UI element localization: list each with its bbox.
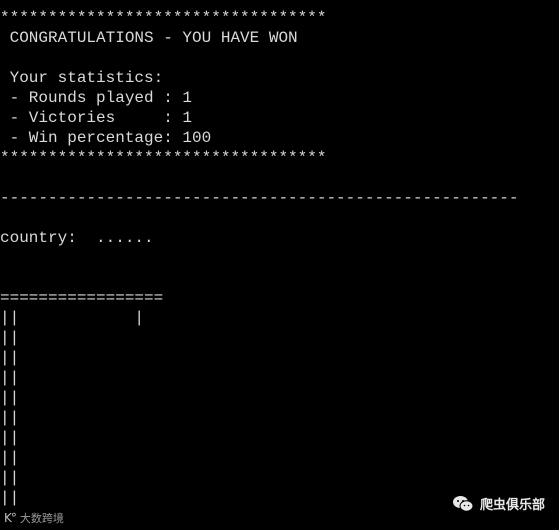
watermark-left: K° 大数跨境 [4, 510, 64, 526]
rounds-played-line: - Rounds played : 1 [0, 89, 193, 107]
wechat-icon [452, 495, 474, 513]
watermark-left-text: 大数跨境 [19, 512, 64, 525]
watermark-right: 爬虫俱乐部 [452, 494, 545, 513]
watermark-logo: K° [4, 511, 17, 525]
gallows-post-row: || [0, 429, 20, 447]
statistics-heading: Your statistics: [0, 69, 164, 87]
country-prompt: country: ...... [0, 229, 154, 247]
gallows-top-beam: ================= [0, 289, 164, 307]
gallows-post-row: || [0, 369, 20, 387]
gallows-post-row: || [0, 389, 20, 407]
gallows-post-row: || [0, 449, 20, 467]
watermark-right-text: 爬虫俱乐部 [479, 498, 545, 513]
terminal-window: ********************************** CONGR… [0, 0, 559, 530]
gallows-post-row: || [0, 409, 20, 427]
gallows-post-row: || [0, 349, 20, 367]
stars-top: ********************************** [0, 9, 327, 27]
gallows-post-row: || [0, 469, 20, 487]
win-percentage-line: - Win percentage: 100 [0, 129, 212, 147]
gallows-post-row: || [0, 489, 20, 507]
gallows-rope-row: || | [0, 309, 145, 327]
victories-line: - Victories : 1 [0, 109, 193, 127]
stars-bottom: ********************************** [0, 149, 327, 167]
congratulations-line: CONGRATULATIONS - YOU HAVE WON [0, 29, 298, 47]
gallows-post-row: || [0, 329, 20, 347]
dash-separator: ----------------------------------------… [0, 189, 519, 207]
